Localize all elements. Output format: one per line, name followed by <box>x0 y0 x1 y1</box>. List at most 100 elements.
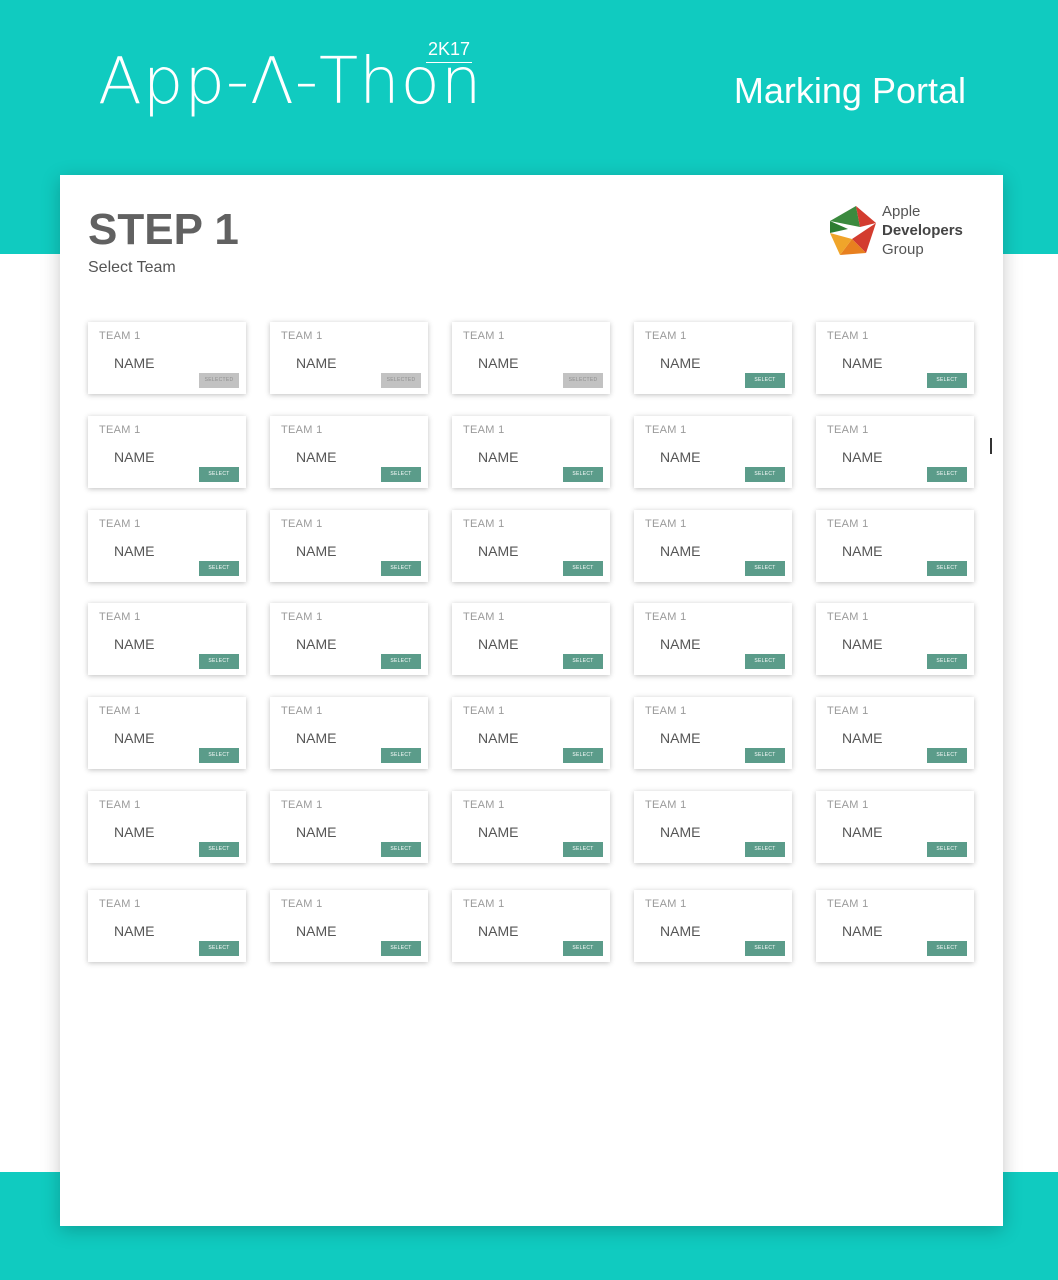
select-team-button[interactable]: SELECT <box>381 654 421 669</box>
team-card: TEAM 1 NAME SELECT <box>816 890 974 962</box>
select-team-button[interactable]: SELECT <box>927 654 967 669</box>
team-name: NAME <box>114 923 155 939</box>
team-card: TEAM 1 NAME SELECT <box>816 322 974 394</box>
team-card: TEAM 1 NAME SELECT <box>270 603 428 675</box>
team-card: TEAM 1 NAME SELECT <box>816 603 974 675</box>
text-cursor-icon <box>990 438 992 454</box>
select-team-button[interactable]: SELECT <box>745 748 785 763</box>
team-card: TEAM 1 NAME SELECT <box>270 890 428 962</box>
select-team-button[interactable]: SELECT <box>381 842 421 857</box>
select-team-button[interactable]: SELECT <box>563 748 603 763</box>
team-label: TEAM 1 <box>645 518 687 530</box>
team-card: TEAM 1 NAME SELECT <box>88 603 246 675</box>
team-name: NAME <box>660 923 701 939</box>
select-team-button[interactable]: SELECT <box>199 748 239 763</box>
select-team-button[interactable]: SELECT <box>745 842 785 857</box>
team-label: TEAM 1 <box>645 705 687 717</box>
select-team-button[interactable]: SELECT <box>927 748 967 763</box>
team-card: TEAM 1 NAME SELECT <box>452 697 610 769</box>
team-label: TEAM 1 <box>645 424 687 436</box>
team-card: TEAM 1 NAME SELECT <box>634 510 792 582</box>
select-team-button[interactable]: SELECT <box>381 941 421 956</box>
team-card: TEAM 1 NAME SELECT <box>270 791 428 863</box>
select-team-button[interactable]: SELECT <box>927 373 967 388</box>
logo-year: 2K17 <box>426 38 473 63</box>
selected-team-button: SELECTED <box>381 373 421 388</box>
team-card: TEAM 1 NAME SELECT <box>634 697 792 769</box>
team-card: TEAM 1 NAME SELECT <box>452 510 610 582</box>
team-label: TEAM 1 <box>827 518 869 530</box>
team-label: TEAM 1 <box>463 424 505 436</box>
team-name: NAME <box>842 543 883 559</box>
team-name: NAME <box>842 636 883 652</box>
team-name: NAME <box>660 543 701 559</box>
team-label: TEAM 1 <box>463 898 505 910</box>
team-card: TEAM 1 NAME SELECT <box>452 890 610 962</box>
team-card: TEAM 1 NAME SELECT <box>634 322 792 394</box>
select-team-button[interactable]: SELECT <box>563 561 603 576</box>
select-team-button[interactable]: SELECT <box>381 467 421 482</box>
select-team-button[interactable]: SELECT <box>381 561 421 576</box>
team-name: NAME <box>114 543 155 559</box>
team-label: TEAM 1 <box>99 705 141 717</box>
team-label: TEAM 1 <box>463 705 505 717</box>
team-name: NAME <box>296 449 337 465</box>
team-name: NAME <box>114 636 155 652</box>
step-title: STEP 1 <box>88 205 239 254</box>
team-card: TEAM 1 NAME SELECT <box>634 416 792 488</box>
team-card: TEAM 1 NAME SELECT <box>452 791 610 863</box>
team-label: TEAM 1 <box>645 799 687 811</box>
select-team-button[interactable]: SELECT <box>199 561 239 576</box>
adg-line-apple: Apple <box>882 203 921 220</box>
select-team-button[interactable]: SELECT <box>745 941 785 956</box>
team-card: TEAM 1 NAME SELECT <box>816 697 974 769</box>
select-team-button[interactable]: SELECT <box>745 561 785 576</box>
select-team-button[interactable]: SELECT <box>745 467 785 482</box>
main-panel: STEP 1 Select Team Apple Developers Grou… <box>60 175 1003 1226</box>
select-team-button[interactable]: SELECT <box>199 941 239 956</box>
team-card: TEAM 1 NAME SELECT <box>816 416 974 488</box>
team-label: TEAM 1 <box>281 898 323 910</box>
selected-team-button: SELECTED <box>563 373 603 388</box>
team-label: TEAM 1 <box>281 611 323 623</box>
team-card: TEAM 1 NAME SELECT <box>634 890 792 962</box>
select-team-button[interactable]: SELECT <box>745 654 785 669</box>
team-label: TEAM 1 <box>827 898 869 910</box>
select-team-button[interactable]: SELECT <box>563 467 603 482</box>
team-label: TEAM 1 <box>463 330 505 342</box>
select-team-button[interactable]: SELECT <box>381 748 421 763</box>
select-team-button[interactable]: SELECT <box>927 561 967 576</box>
select-team-button[interactable]: SELECT <box>563 842 603 857</box>
step-subtitle: Select Team <box>88 259 176 276</box>
select-team-button[interactable]: SELECT <box>563 654 603 669</box>
team-name: NAME <box>114 730 155 746</box>
apple-developers-group-logo: Apple Developers Group <box>826 201 986 261</box>
team-card: TEAM 1 NAME SELECT <box>88 791 246 863</box>
select-team-button[interactable]: SELECT <box>745 373 785 388</box>
select-team-button[interactable]: SELECT <box>199 654 239 669</box>
team-name: NAME <box>478 449 519 465</box>
team-label: TEAM 1 <box>281 799 323 811</box>
select-team-button[interactable]: SELECT <box>563 941 603 956</box>
select-team-button[interactable]: SELECT <box>927 941 967 956</box>
select-team-button[interactable]: SELECT <box>199 842 239 857</box>
team-label: TEAM 1 <box>99 611 141 623</box>
team-card: TEAM 1 NAME SELECT <box>634 603 792 675</box>
select-team-button[interactable]: SELECT <box>199 467 239 482</box>
team-name: NAME <box>114 355 155 371</box>
team-card: TEAM 1 NAME SELECT <box>452 416 610 488</box>
team-label: TEAM 1 <box>99 424 141 436</box>
team-name: NAME <box>478 355 519 371</box>
select-team-button[interactable]: SELECT <box>927 842 967 857</box>
team-name: NAME <box>478 824 519 840</box>
team-label: TEAM 1 <box>463 799 505 811</box>
team-label: TEAM 1 <box>645 898 687 910</box>
select-team-button[interactable]: SELECT <box>927 467 967 482</box>
team-label: TEAM 1 <box>827 705 869 717</box>
team-label: TEAM 1 <box>827 799 869 811</box>
adg-line-developers: Developers <box>882 222 963 239</box>
team-label: TEAM 1 <box>281 705 323 717</box>
team-card: TEAM 1 NAME SELECTED <box>270 322 428 394</box>
team-card: TEAM 1 NAME SELECTED <box>88 322 246 394</box>
team-label: TEAM 1 <box>281 330 323 342</box>
